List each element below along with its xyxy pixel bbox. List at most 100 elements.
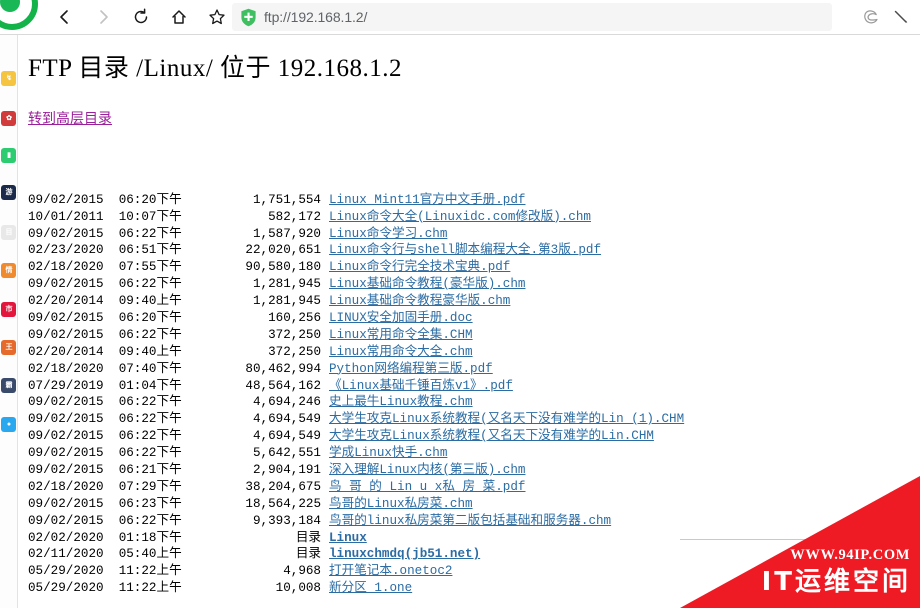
url-text[interactable]: ftp://192.168.1.2/ (264, 9, 367, 25)
watermark-rule (680, 539, 810, 540)
file-link[interactable]: 打开笔记本.onetoc2 (329, 564, 452, 578)
pen-icon[interactable] (888, 4, 914, 30)
file-link[interactable]: Linux基础命令教程(豪华版).chm (329, 277, 525, 291)
favicon-2[interactable]: ✿ (1, 111, 16, 126)
row-size: 4,694,246 (252, 395, 321, 410)
favicon-5[interactable]: 目 (1, 225, 16, 240)
row-size: 18,564,225 (245, 496, 321, 511)
file-link[interactable]: Linux常用命令全集.CHM (329, 328, 473, 342)
listing-row: 09/02/2015 06:20下午 1,751,554 Linux_Mint11… (28, 192, 684, 209)
row-spacer (321, 310, 329, 327)
file-link[interactable]: Linux命令大全(Linuxidc.com修改版).chm (329, 210, 591, 224)
row-timestamp: 09/02/2015 06:22下午 (28, 446, 182, 461)
row-spacer (321, 530, 329, 547)
home-icon (172, 10, 186, 24)
file-link[interactable]: 鸟哥的Linux私房菜.chm (329, 497, 473, 511)
listing-row: 09/02/2015 06:22下午 1,587,920 Linux命令学习.ch… (28, 226, 684, 243)
row-spacer (321, 479, 329, 496)
row-timestamp: 02/20/2014 09:40上午 (28, 294, 182, 309)
directory-link[interactable]: Linux (329, 531, 367, 545)
row-spacer (321, 276, 329, 293)
file-link[interactable]: Linux命令行与shell脚本编程大全.第3版.pdf (329, 243, 601, 257)
address-bar[interactable]: ftp://192.168.1.2/ (232, 3, 832, 31)
file-link[interactable]: 新分区 1.one (329, 581, 412, 595)
home-button[interactable] (162, 2, 196, 32)
reload-icon (134, 8, 148, 24)
listing-row: 09/02/2015 06:22下午 372,250 Linux常用命令全集.CH… (28, 327, 684, 344)
listing-row: 09/02/2015 06:22下午 5,642,551 学成Linux快手.ch… (28, 445, 684, 462)
edge-icon[interactable] (858, 4, 884, 30)
listing-row: 09/02/2015 06:21下午 2,904,191 深入理解Linux内核(… (28, 462, 684, 479)
row-spacer (321, 378, 329, 395)
forward-arrow-icon (100, 10, 108, 24)
favicon-6[interactable]: 情 (1, 263, 16, 278)
row-size: 4,694,549 (252, 412, 321, 427)
row-spacer (321, 242, 329, 259)
file-listing: 09/02/2015 06:20下午 1,751,554 Linux_Mint11… (28, 141, 684, 597)
listing-row: 07/29/2019 01:04下午 48,564,162 《Linux基础千锤百… (28, 378, 684, 395)
file-link[interactable]: Linux常用命令大全.chm (329, 345, 473, 359)
directory-link[interactable]: linuxchmdq(jb51.net) (329, 547, 480, 561)
file-link[interactable]: 《Linux基础千锤百炼v1》.pdf (329, 379, 513, 393)
file-link[interactable]: 鸟 哥 的 Lin u x私 房 菜.pdf (329, 480, 525, 494)
listing-row: 09/02/2015 06:22下午 9,393,184 鸟哥的linux私房菜第… (28, 513, 684, 530)
favicon-1[interactable]: ↯ (1, 71, 16, 86)
toolbar-right-icons (858, 4, 914, 30)
listing-row: 09/02/2015 06:23下午 18,564,225 鸟哥的Linux私房菜… (28, 496, 684, 513)
row-timestamp: 09/02/2015 06:22下午 (28, 429, 182, 444)
row-spacer (321, 411, 329, 428)
favicon-3[interactable]: ▮ (1, 148, 16, 163)
row-spacer (321, 209, 329, 226)
back-button[interactable] (48, 2, 82, 32)
file-link[interactable]: 史上最牛Linux教程.chm (329, 395, 473, 409)
favicon-8[interactable]: 王 (1, 340, 16, 355)
file-link[interactable]: 学成Linux快手.chm (329, 446, 447, 460)
row-timestamp: 02/18/2020 07:40下午 (28, 361, 182, 376)
row-spacer (321, 259, 329, 276)
forward-button[interactable] (86, 2, 120, 32)
favicon-7[interactable]: 市 (1, 302, 16, 317)
page-title: FTP 目录 /Linux/ 位于 192.168.1.2 (28, 55, 403, 82)
row-spacer (321, 192, 329, 209)
row-timestamp: 05/29/2020 11:22上午 (28, 564, 182, 579)
row-spacer (321, 445, 329, 462)
row-spacer (321, 361, 329, 378)
row-size: 1,587,920 (252, 226, 321, 241)
favicon-4[interactable]: 游 (1, 185, 16, 200)
row-spacer (321, 428, 329, 445)
row-timestamp: 09/02/2015 06:23下午 (28, 496, 182, 511)
listing-row: 10/01/2011 10:07下午 582,172 Linux命令大全(Linu… (28, 209, 684, 226)
row-timestamp: 07/29/2019 01:04下午 (28, 378, 182, 393)
listing-row: 02/20/2014 09:40上午 1,281,945 Linux基础命令教程豪… (28, 293, 684, 310)
file-link[interactable]: Linux基础命令教程豪华版.chm (329, 294, 510, 308)
favicon-10[interactable]: ● (1, 417, 16, 432)
bookmark-button[interactable] (200, 2, 234, 32)
file-link[interactable]: Python网络编程第三版.pdf (329, 362, 493, 376)
row-size: 4,968 (283, 564, 321, 579)
file-link[interactable]: 大学生攻克Linux系统教程(又名天下没有难学的Lin.CHM (329, 429, 654, 443)
row-timestamp: 09/02/2015 06:22下午 (28, 327, 182, 342)
row-spacer (321, 580, 329, 597)
row-timestamp: 09/02/2015 06:22下午 (28, 395, 182, 410)
favicon-9[interactable]: 霸 (1, 378, 16, 393)
file-link[interactable]: 大学生攻克Linux系统教程(又名天下没有难学的Lin (1).CHM (329, 412, 684, 426)
row-spacer (321, 546, 329, 563)
file-link[interactable]: LINUX安全加固手册.doc (329, 311, 473, 325)
file-link[interactable]: 鸟哥的linux私房菜第二版包括基础和服务器.chm (329, 514, 611, 528)
row-spacer (321, 462, 329, 479)
file-link[interactable]: Linux命令行完全技术宝典.pdf (329, 260, 510, 274)
row-dir-label: 目录 (295, 547, 321, 562)
listing-row: 02/11/2020 05:40上午 目录 linuxchmdq(jb51.net… (28, 546, 684, 563)
file-link[interactable]: Linux_Mint11官方中文手册.pdf (329, 193, 525, 207)
file-link[interactable]: Linux命令学习.chm (329, 227, 447, 241)
listing-row: 02/18/2020 07:40下午 80,462,994 Python网络编程第… (28, 361, 684, 378)
row-size: 372,250 (268, 344, 321, 359)
row-timestamp: 09/02/2015 06:21下午 (28, 462, 182, 477)
reload-button[interactable] (124, 2, 158, 32)
row-timestamp: 09/02/2015 06:20下午 (28, 192, 182, 207)
row-size: 4,694,549 (252, 429, 321, 444)
row-dir-label: 目录 (295, 530, 321, 545)
parent-directory-link[interactable]: 转到高层目录 (28, 108, 112, 128)
file-link[interactable]: 深入理解Linux内核(第三版).chm (329, 463, 525, 477)
row-size: 38,204,675 (245, 479, 321, 494)
